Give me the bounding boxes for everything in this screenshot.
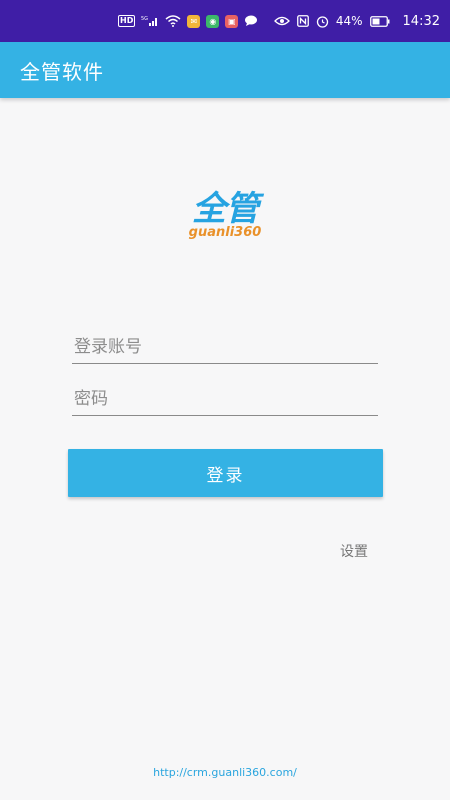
footer-url[interactable]: http://crm.guanli360.com/ xyxy=(0,766,450,779)
signal-icon: 5G xyxy=(141,15,159,27)
eye-icon xyxy=(273,16,290,26)
alarm-icon xyxy=(316,15,329,28)
status-right-icons: 44% 14:32 xyxy=(273,13,440,29)
chat-icon xyxy=(244,15,258,27)
status-bar: HD 5G ✉ ◉ ▣ 44% 14:32 xyxy=(0,0,450,42)
app-notification-icon: ▣ xyxy=(225,14,239,28)
logo-mark: 全管 xyxy=(192,189,259,229)
password-input[interactable] xyxy=(72,382,380,415)
battery-icon xyxy=(369,15,390,27)
password-field xyxy=(72,382,380,416)
logo-text: guanli360 xyxy=(188,225,262,240)
login-button[interactable]: 登录 xyxy=(68,449,383,497)
nfc-icon xyxy=(296,15,309,27)
settings-link[interactable]: 设置 xyxy=(340,541,368,561)
svg-text:5G: 5G xyxy=(141,16,148,22)
app-bar: 全管软件 xyxy=(0,42,450,98)
app-notification-icon: ◉ xyxy=(206,14,220,28)
wifi-icon xyxy=(165,15,181,27)
clock-time: 14:32 xyxy=(402,13,440,29)
app-title: 全管软件 xyxy=(20,59,104,84)
app-logo: 全管 guanli360 xyxy=(175,190,275,252)
status-left-icons: HD 5G ✉ ◉ ▣ xyxy=(118,14,258,28)
account-input[interactable] xyxy=(72,330,380,363)
account-field xyxy=(72,330,380,364)
battery-percent: 44% xyxy=(335,14,363,28)
app-notification-icon: ✉ xyxy=(187,14,201,28)
hd-badge: HD xyxy=(118,15,136,27)
